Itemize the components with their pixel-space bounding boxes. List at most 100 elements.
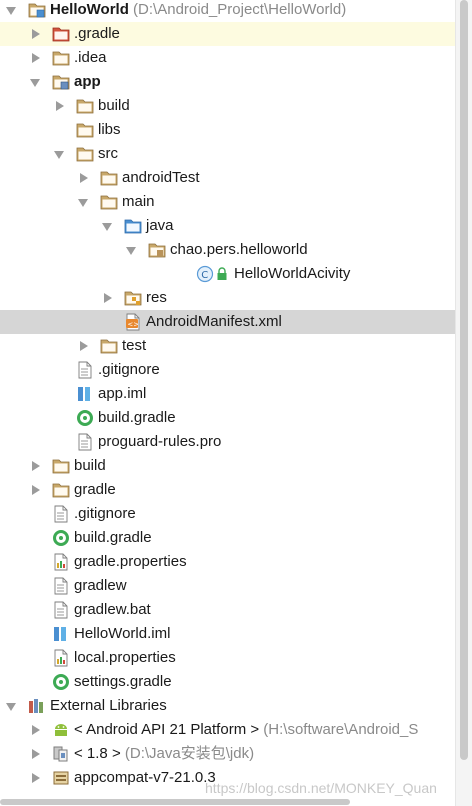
tree-row-label: .gradle xyxy=(74,25,120,43)
gradle-file-icon xyxy=(52,673,70,691)
horizontal-scroll-thumb[interactable] xyxy=(0,799,350,805)
collapse-arrow-right-icon[interactable] xyxy=(80,173,88,183)
expand-arrow-down-icon[interactable] xyxy=(78,199,88,207)
collapse-arrow-right-icon[interactable] xyxy=(32,53,40,63)
tree-row[interactable]: .gitignore xyxy=(0,502,456,526)
tree-row[interactable]: app xyxy=(0,70,456,94)
tree-row-name: External Libraries xyxy=(50,697,167,714)
tree-row-name: app xyxy=(74,73,101,90)
tree-row[interactable]: gradlew.bat xyxy=(0,598,456,622)
tree-row[interactable]: gradlew xyxy=(0,574,456,598)
properties-file-icon xyxy=(52,553,70,571)
folder-icon xyxy=(100,193,118,211)
tree-row[interactable]: build xyxy=(0,94,456,118)
collapse-arrow-right-icon[interactable] xyxy=(56,101,64,111)
jdk-icon xyxy=(52,745,70,763)
tree-row[interactable]: .idea xyxy=(0,46,456,70)
res-folder-icon xyxy=(124,289,142,307)
tree-row[interactable]: java xyxy=(0,214,456,238)
expand-arrow-down-icon[interactable] xyxy=(102,223,112,231)
folder-icon xyxy=(100,169,118,187)
tree-row[interactable]: app.iml xyxy=(0,382,456,406)
tree-row-label: gradle xyxy=(74,481,116,499)
tree-row-name: settings.gradle xyxy=(74,673,172,690)
tree-row-label: .gitignore xyxy=(98,361,160,379)
tree-row-label: proguard-rules.pro xyxy=(98,433,221,451)
tree-row[interactable]: C HelloWorldAcivity xyxy=(0,262,456,286)
folder-icon xyxy=(76,97,94,115)
tree-row-label: build.gradle xyxy=(74,529,152,547)
folder-icon xyxy=(76,121,94,139)
folder-icon xyxy=(52,49,70,67)
tree-row-name: local.properties xyxy=(74,649,176,666)
tree-row-name: build.gradle xyxy=(98,409,176,426)
tree-row-name: libs xyxy=(98,121,121,138)
tree-row[interactable]: External Libraries xyxy=(0,694,456,718)
tree-row-name: androidTest xyxy=(122,169,200,186)
tree-row-label: build xyxy=(98,97,130,115)
tree-row[interactable]: build.gradle xyxy=(0,406,456,430)
tree-row-name: java xyxy=(146,217,174,234)
tree-row[interactable]: proguard-rules.pro xyxy=(0,430,456,454)
tree-row-label: local.properties xyxy=(74,649,176,667)
tree-row[interactable]: gradle xyxy=(0,478,456,502)
tree-row[interactable]: HelloWorld (D:\Android_Project\HelloWorl… xyxy=(0,0,456,22)
tree-row-label: AndroidManifest.xml xyxy=(146,313,282,331)
expand-arrow-down-icon[interactable] xyxy=(30,79,40,87)
android-icon xyxy=(52,721,70,739)
tree-row[interactable]: < 1.8 > (D:\Java安装包\jdk) xyxy=(0,742,456,766)
tree-row-label: < Android API 21 Platform > (H:\software… xyxy=(74,721,418,739)
svg-text:C: C xyxy=(201,270,208,281)
tree-row-name: build.gradle xyxy=(74,529,152,546)
tree-row[interactable]: chao.pers.helloworld xyxy=(0,238,456,262)
tree-row-label: androidTest xyxy=(122,169,200,187)
expand-arrow-down-icon[interactable] xyxy=(6,7,16,15)
tree-row[interactable]: HelloWorld.iml xyxy=(0,622,456,646)
tree-row[interactable]: .gradle xyxy=(0,22,456,46)
collapse-arrow-right-icon[interactable] xyxy=(32,461,40,471)
tree-row[interactable]: build.gradle xyxy=(0,526,456,550)
expand-arrow-down-icon[interactable] xyxy=(54,151,64,159)
collapse-arrow-right-icon[interactable] xyxy=(32,773,40,783)
tree-row[interactable]: <> AndroidManifest.xml xyxy=(0,310,456,334)
tree-row-label: gradlew.bat xyxy=(74,601,151,619)
tree-row-name: appcompat-v7-21.0.3 xyxy=(74,769,216,786)
collapse-arrow-right-icon[interactable] xyxy=(32,725,40,735)
tree-row-label: < 1.8 > (D:\Java安装包\jdk) xyxy=(74,745,254,763)
tree-row[interactable]: local.properties xyxy=(0,646,456,670)
project-tree[interactable]: HelloWorld (D:\Android_Project\HelloWorl… xyxy=(0,0,456,806)
tree-row[interactable]: < Android API 21 Platform > (H:\software… xyxy=(0,718,456,742)
tree-row[interactable]: build xyxy=(0,454,456,478)
tree-row[interactable]: res xyxy=(0,286,456,310)
tree-row[interactable]: test xyxy=(0,334,456,358)
horizontal-scrollbar[interactable] xyxy=(0,798,456,806)
tree-row[interactable]: settings.gradle xyxy=(0,670,456,694)
tree-row[interactable]: src xyxy=(0,142,456,166)
properties-file-icon xyxy=(52,649,70,667)
expand-arrow-down-icon[interactable] xyxy=(6,703,16,711)
iml-file-icon xyxy=(76,385,94,403)
tree-row-label: main xyxy=(122,193,155,211)
tree-row[interactable]: libs xyxy=(0,118,456,142)
collapse-arrow-right-icon[interactable] xyxy=(32,749,40,759)
tree-row-name: HelloWorldAcivity xyxy=(234,265,351,282)
gradle-file-icon xyxy=(76,409,94,427)
tree-row[interactable]: androidTest xyxy=(0,166,456,190)
tree-row-name: gradle xyxy=(74,481,116,498)
text-file-icon xyxy=(76,433,94,451)
java-class-icon: C xyxy=(196,265,227,283)
tree-row[interactable]: .gitignore xyxy=(0,358,456,382)
tree-row-label: test xyxy=(122,337,146,355)
tree-row-name: < Android API 21 Platform > xyxy=(74,721,260,738)
tree-row[interactable]: main xyxy=(0,190,456,214)
collapse-arrow-right-icon[interactable] xyxy=(80,341,88,351)
expand-arrow-down-icon[interactable] xyxy=(126,247,136,255)
collapse-arrow-right-icon[interactable] xyxy=(32,29,40,39)
tree-row-label: res xyxy=(146,289,167,307)
collapse-arrow-right-icon[interactable] xyxy=(32,485,40,495)
collapse-arrow-right-icon[interactable] xyxy=(104,293,112,303)
vertical-scrollbar[interactable] xyxy=(455,0,472,806)
tree-row-name: HelloWorld xyxy=(50,1,129,18)
vertical-scroll-thumb[interactable] xyxy=(460,0,468,760)
tree-row[interactable]: gradle.properties xyxy=(0,550,456,574)
